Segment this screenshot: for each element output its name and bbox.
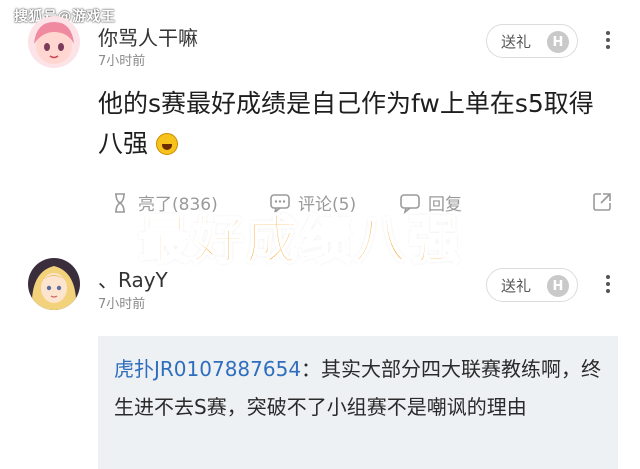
timestamp: 7小时前 bbox=[98, 297, 146, 312]
comment-text: 他的s赛最好成绩是自己作为fw上单在s5取得八强 bbox=[98, 84, 618, 164]
h-badge-icon: H bbox=[547, 275, 569, 297]
quoted-reply-text: 虎扑JR0107887654：其实大部分四大联赛教练啊，终生进不去S赛，突破不了… bbox=[114, 350, 602, 426]
h-badge-icon: H bbox=[547, 31, 569, 53]
avatar[interactable] bbox=[28, 16, 80, 68]
avatar[interactable] bbox=[28, 258, 80, 310]
username[interactable]: 、RayY bbox=[98, 264, 168, 293]
quoted-reply: 虎扑JR0107887654：其实大部分四大联赛教练啊，终生进不去S赛，突破不了… bbox=[98, 336, 618, 469]
share-icon bbox=[593, 193, 611, 211]
more-vertical-icon[interactable] bbox=[600, 273, 616, 295]
quoted-username[interactable]: 虎扑JR0107887654 bbox=[114, 357, 301, 381]
username[interactable]: 你骂人干嘛 bbox=[98, 22, 198, 51]
gift-button[interactable]: 送礼 H bbox=[486, 268, 578, 302]
share-button[interactable] bbox=[590, 190, 620, 214]
laughing-face-emoji-icon bbox=[155, 133, 178, 155]
more-vertical-icon[interactable] bbox=[600, 29, 616, 51]
light-bulb-icon bbox=[115, 192, 125, 213]
gift-button[interactable]: 送礼 H bbox=[486, 24, 578, 58]
avatar-blonde-girl-icon bbox=[28, 258, 80, 310]
gift-label: 送礼 bbox=[501, 276, 532, 295]
avatar-anime-girl-icon bbox=[28, 16, 80, 68]
timestamp: 7小时前 bbox=[98, 54, 146, 69]
gift-label: 送礼 bbox=[501, 32, 532, 51]
